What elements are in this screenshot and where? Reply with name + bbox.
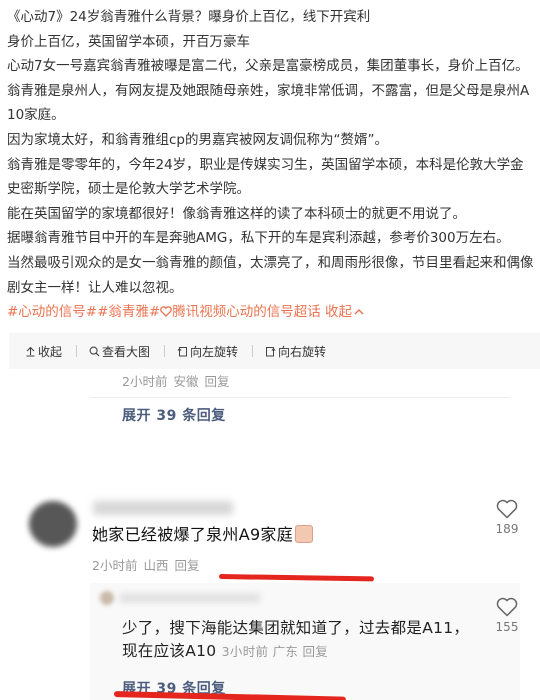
post-paragraph: 当然最吸引观众的是女一翁青雅的颜值，太漂亮了，和周雨彤很像，节目里看起来和偶像剧… xyxy=(7,254,534,296)
reply-thread: 少了，搜下海能达集团就知道了，过去都是A11，现在应该A10 3小时前 广东 回… xyxy=(90,583,520,700)
emoji-icon xyxy=(295,525,314,543)
reply-meta: 3小时前 广东 回复 xyxy=(222,644,328,659)
red-underline-annotation xyxy=(218,574,375,582)
image-toolbar: 收起 查看大图 向左旋转 向右旋转 xyxy=(9,333,540,369)
post-title-line: 《心动7》24岁翁青雅什么背景？曝身价上百亿，线下开宾利 xyxy=(7,9,371,25)
post-paragraph: 翁青雅是泉州人，有网友提及她跟随母亲姓，家境非常低调，不露富，但是父母是泉州A1… xyxy=(7,82,530,124)
comment-text-content: 她家已经被爆了泉州A9家庭 xyxy=(92,525,294,544)
reply-location: 广东 xyxy=(272,644,299,659)
reply-time: 3小时前 xyxy=(221,644,269,659)
comment-location: 山西 xyxy=(143,558,169,573)
post-paragraph: 身价上百亿，英国留学本硕，开百万豪车 xyxy=(7,33,250,50)
chevron-up-icon xyxy=(354,309,364,315)
like-count: 189 xyxy=(495,522,519,536)
view-large-label: 查看大图 xyxy=(102,344,151,359)
rotate-left-label: 向左旋转 xyxy=(190,344,239,359)
collapse-image-label: 收起 xyxy=(38,344,63,359)
magnifier-icon xyxy=(89,346,100,356)
post-paragraph: 心动7女一号嘉宾翁青雅被曝是富二代，父亲是富豪榜成员，集团董事长，身价上百亿。 xyxy=(7,58,529,75)
expand-replies-link[interactable]: 展开 39 条回复 xyxy=(122,405,226,425)
supertopic-link[interactable]: 腾讯视频心动的信号超话 xyxy=(160,304,321,320)
rotate-left-icon xyxy=(177,346,188,356)
avatar[interactable] xyxy=(29,501,77,547)
rotate-right-button[interactable]: 向右旋转 xyxy=(265,343,326,360)
topic-tag-link[interactable]: #心动的信号# xyxy=(7,304,97,320)
toolbar-divider xyxy=(76,345,78,357)
reply-link[interactable]: 回复 xyxy=(174,558,199,573)
comment-meta: 2小时前 安徽 回复 xyxy=(122,371,235,390)
heart-outline-icon xyxy=(496,597,518,617)
rotate-right-icon xyxy=(266,346,276,356)
toolbar-divider xyxy=(164,345,166,357)
heart-icon xyxy=(160,306,173,318)
topic-tag-link[interactable]: #翁青雅# xyxy=(97,304,160,320)
comment-meta: 2小时前 山西 回复 xyxy=(92,555,205,574)
collapse-text-link[interactable]: 收起 xyxy=(325,304,364,320)
comment-text: 她家已经被爆了泉州A9家庭 xyxy=(92,521,314,545)
heart-outline-icon xyxy=(496,499,518,519)
collapse-label: 收起 xyxy=(325,304,353,321)
post-paragraph: 因为家境太好，和翁青雅组cp的男嘉宾被网友调侃称为“赘婿”。 xyxy=(7,131,388,148)
post-paragraph: 能在英国留学的家境都很好！像翁青雅这样的读了本科硕士的就更不用说了。 xyxy=(7,205,466,222)
post-paragraph: 据曝翁青雅节目中开的车是奔驰AMG，私下开的车是宾利添越，参考价300万左右。 xyxy=(7,230,510,247)
reply-link[interactable]: 回复 xyxy=(303,644,329,659)
post-body: 《心动7》24岁翁青雅什么背景？曝身价上百亿，线下开宾利 身价上百亿，英国留学本… xyxy=(7,5,537,325)
supertopic-label: 腾讯视频心动的信号超话 xyxy=(172,304,321,321)
topic-tags: #心动的信号##翁青雅# 腾讯视频心动的信号超话 收起 xyxy=(7,300,537,325)
toolbar-divider xyxy=(252,345,254,357)
view-large-button[interactable]: 查看大图 xyxy=(89,343,150,360)
rotate-left-button[interactable]: 向左旋转 xyxy=(177,343,238,360)
username-blurred xyxy=(93,501,233,515)
collapse-up-icon xyxy=(26,346,35,357)
divider xyxy=(90,397,510,398)
like-button[interactable]: 189 xyxy=(492,499,522,536)
reply-text: 少了，搜下海能达集团就知道了，过去都是A11，现在应该A10 3小时前 广东 回… xyxy=(122,617,482,663)
avatar[interactable] xyxy=(100,591,114,605)
comment-time: 2小时前 xyxy=(122,374,168,389)
media-card: 收起 查看大图 向左旋转 向右旋转 2小时前 安徽 回复 展开 39 条回复 她家已… xyxy=(9,333,540,700)
reply-link[interactable]: 回复 xyxy=(204,374,229,389)
like-count: 155 xyxy=(495,620,519,634)
comment-time: 2小时前 xyxy=(92,558,138,573)
comment-screenshot: 2小时前 安徽 回复 展开 39 条回复 她家已经被爆了泉州A9家庭 2小时前 山西回… xyxy=(9,369,540,700)
rotate-right-label: 向右旋转 xyxy=(278,344,327,359)
comment-location: 安徽 xyxy=(173,374,199,389)
username-blurred xyxy=(120,593,260,603)
like-button[interactable]: 155 xyxy=(492,597,522,634)
collapse-image-button[interactable]: 收起 xyxy=(25,343,62,360)
post-paragraph: 翁青雅是零零年的，今年24岁，职业是传媒实习生，英国留学本硕，本科是伦敦大学金史… xyxy=(7,156,524,198)
